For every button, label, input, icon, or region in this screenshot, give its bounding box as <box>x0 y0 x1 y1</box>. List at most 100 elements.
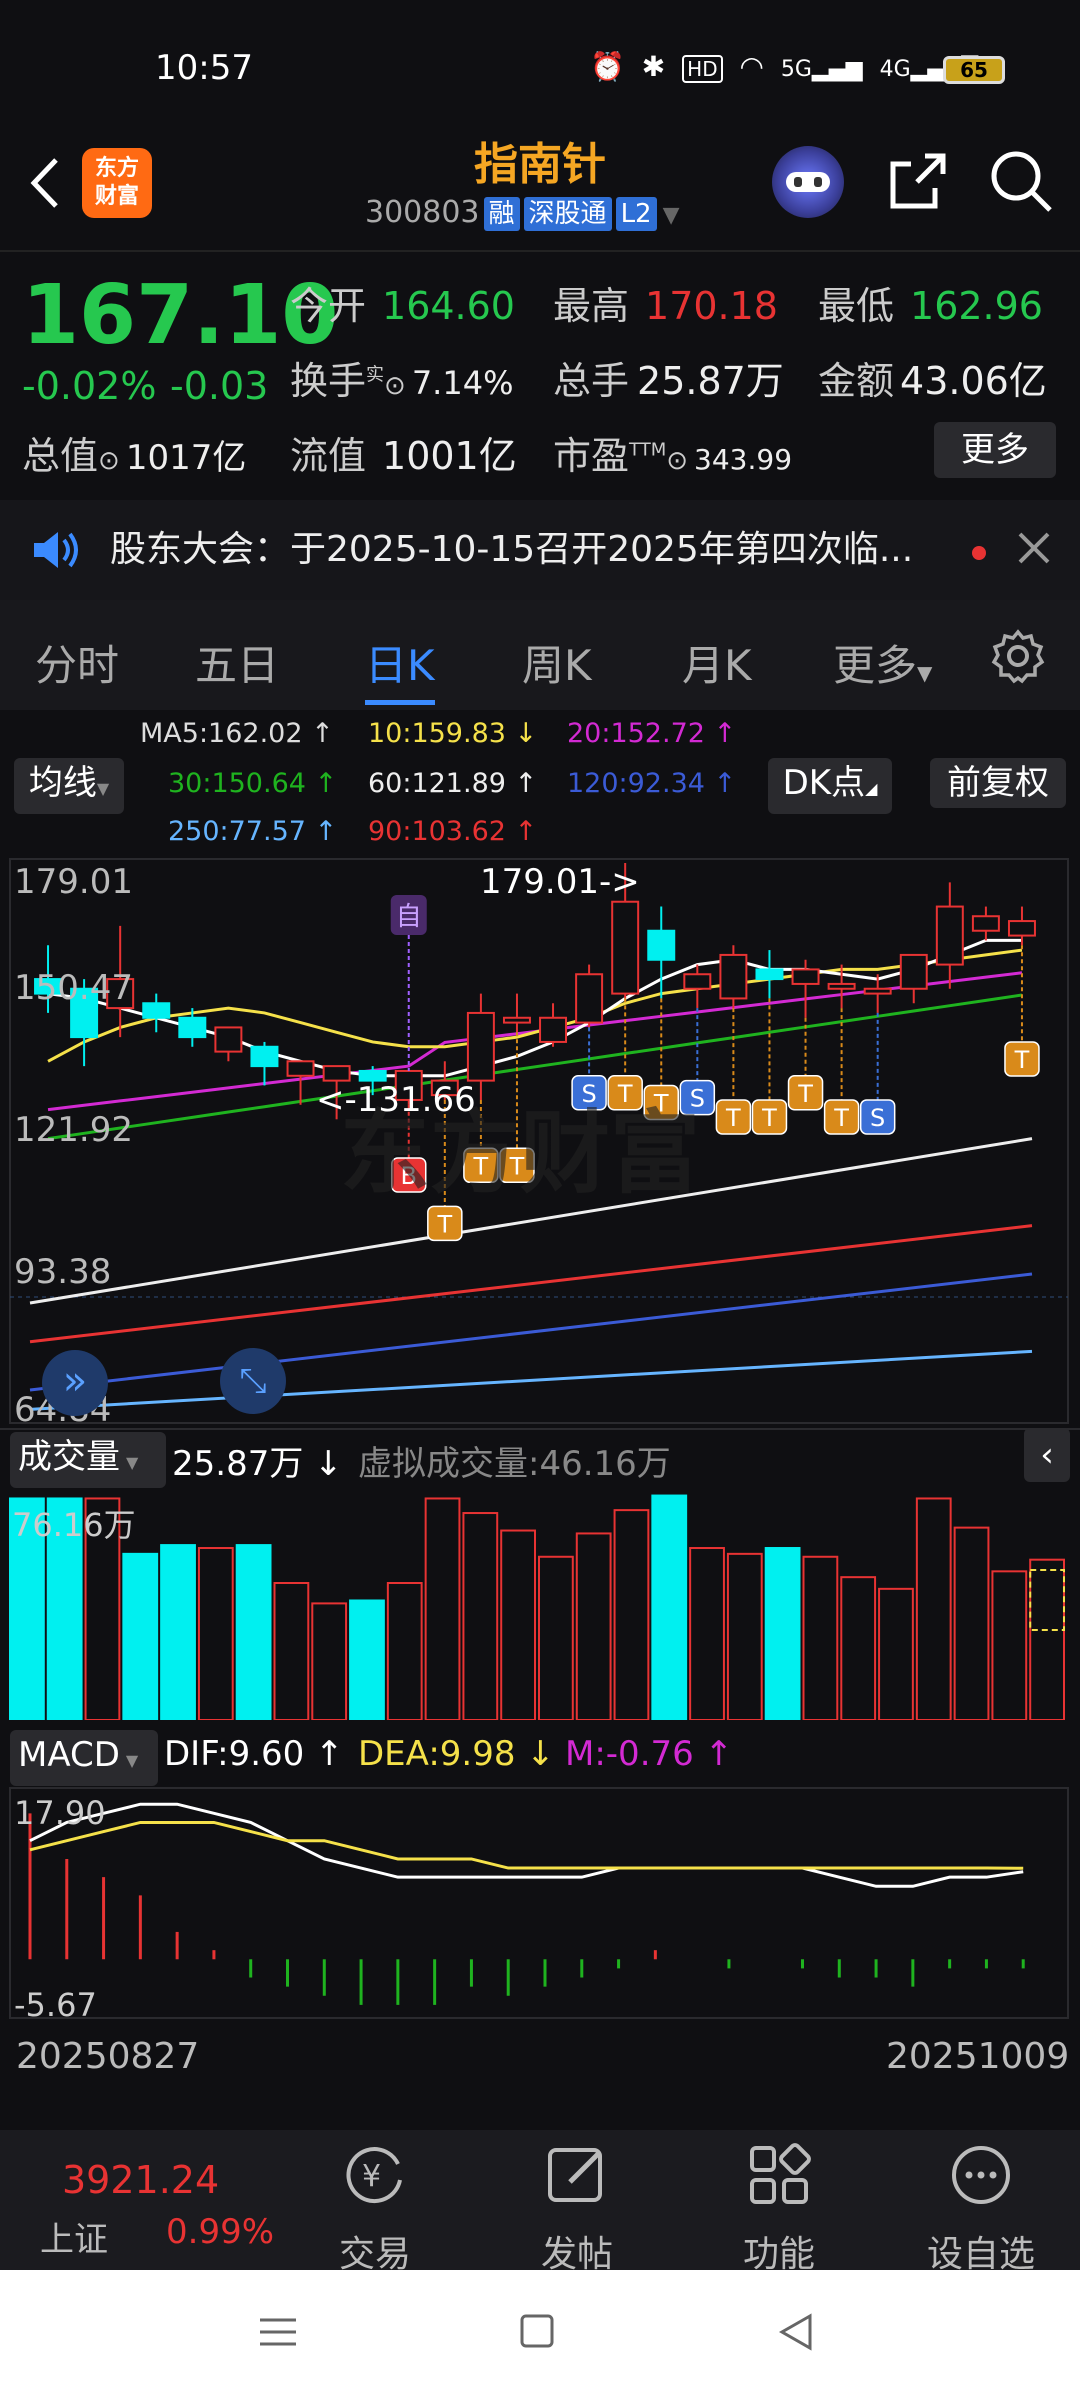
high-label: 最高 <box>553 284 630 328</box>
volume-value: 25.87万 ↓ <box>172 1444 343 1484</box>
trade-signal-label: T <box>761 1104 777 1132</box>
date-start: 20250827 <box>16 2036 200 2077</box>
candle <box>971 915 1000 932</box>
info-icon: ⊙ <box>666 446 689 476</box>
share-icon[interactable] <box>885 148 951 214</box>
volume-divider <box>0 1428 1080 1430</box>
candle <box>899 953 928 990</box>
collapse-panel-button[interactable]: ‹ <box>1024 1428 1070 1482</box>
tab-more[interactable]: 更多▼ <box>833 632 932 693</box>
amount-value: 43.06亿 <box>900 359 1047 403</box>
info-icon: ⊙ <box>384 371 406 401</box>
volume-bar <box>991 1570 1028 1720</box>
candle <box>539 1016 568 1043</box>
more-button[interactable]: 更多 <box>934 422 1056 478</box>
tab-five-day[interactable]: 五日 <box>195 632 279 693</box>
tag-l2: L2 <box>615 197 657 231</box>
macd-min-label: -5.67 <box>14 1986 97 2024</box>
speaker-icon <box>30 528 80 576</box>
volume-bar <box>575 1532 612 1720</box>
candle <box>647 929 676 961</box>
volume-bar <box>764 1547 801 1720</box>
dropdown-icon: ▼ <box>662 203 680 228</box>
min-price-annotation: <-131.66 <box>316 1080 476 1120</box>
tab-daily-k[interactable]: 日K <box>365 632 435 693</box>
volume-bar <box>462 1512 499 1720</box>
trade-icon[interactable]: ¥ <box>340 2140 410 2210</box>
status-icons: ⏰ ✱ HD ◠ 5G▂▄▆ 4G▂▄▆█ <box>590 50 978 83</box>
zoom-icon[interactable]: ⤡ <box>220 1348 286 1414</box>
turnover-stat: 换手实⊙ 7.14% <box>290 350 513 405</box>
tab-more-label: 更多 <box>833 641 918 690</box>
turnover-value: 7.14% <box>411 364 514 402</box>
functions-icon[interactable] <box>744 2140 814 2210</box>
tag-margin: 融 <box>483 197 520 231</box>
self-select-label: 自 <box>396 902 422 932</box>
alarm-icon: ⏰ <box>590 50 625 83</box>
low-stat: 最低 162.96 <box>818 275 1043 330</box>
volume-bar <box>915 1497 952 1720</box>
post-icon[interactable] <box>542 2140 612 2210</box>
volume-bar <box>613 1509 650 1720</box>
macd-chart[interactable] <box>0 1786 1080 2020</box>
robot-assistant-icon[interactable] <box>772 146 844 218</box>
low-value: 162.96 <box>910 284 1043 328</box>
amount-label: 金额 <box>818 359 895 403</box>
mcap-value: 1017亿 <box>125 438 247 478</box>
notice-text: 股东大会：于2025-10-15召开2025年第四次临... <box>110 529 914 570</box>
settings-icon[interactable] <box>990 628 1046 688</box>
y-label-max: 179.01 <box>14 862 133 902</box>
close-icon[interactable] <box>1014 528 1054 572</box>
add-watchlist-icon[interactable] <box>946 2140 1016 2210</box>
menu-icon[interactable] <box>258 2312 298 2356</box>
pe-label: 市盈 <box>553 434 630 478</box>
macd-max-label: 17.90 <box>14 1794 106 1832</box>
volume-bar <box>386 1581 423 1720</box>
tab-intraday[interactable]: 分时 <box>35 632 119 693</box>
ma-line <box>29 1349 1033 1411</box>
volume-bar <box>840 1576 877 1720</box>
volume-bar <box>424 1497 461 1720</box>
low-label: 最低 <box>818 284 895 328</box>
trade-signal-label: T <box>833 1104 849 1132</box>
float-label: 流值 <box>290 434 367 478</box>
tab-weekly-k[interactable]: 周K <box>522 632 592 693</box>
notice-bar[interactable]: 股东大会：于2025-10-15召开2025年第四次临... <box>0 500 1080 600</box>
macd-indicator-selector[interactable]: MACD ▼ <box>10 1730 158 1786</box>
index-name: 上证 <box>40 2220 108 2260</box>
ma20-label: 20:152.72 ↑ <box>567 718 737 749</box>
ma-line <box>29 1272 1033 1392</box>
dk-point-button[interactable]: DK点◢ <box>768 758 892 814</box>
ma5-label: MA5:162.02 ↑ <box>140 718 334 749</box>
unread-dot <box>972 546 986 560</box>
volume-indicator-selector[interactable]: 成交量 ▼ <box>10 1432 166 1488</box>
macd-m: M:-0.76 ↑ <box>565 1734 734 1774</box>
volume-label: 成交量 <box>18 1437 120 1477</box>
candle <box>935 905 964 966</box>
hd-icon: HD <box>682 55 723 83</box>
candle <box>827 982 856 990</box>
tab-monthly-k[interactable]: 月K <box>682 632 752 693</box>
virtual-volume: 虚拟成交量:46.16万 <box>358 1444 671 1484</box>
volume-bar <box>878 1587 914 1720</box>
ma60-label: 60:121.89 ↑ <box>368 768 538 799</box>
volume-bar <box>538 1555 574 1720</box>
search-icon[interactable] <box>988 148 1054 214</box>
candle <box>142 1002 171 1019</box>
y-label-3: 121.92 <box>14 1110 133 1150</box>
volume-bar <box>197 1547 234 1720</box>
index-ticker[interactable]: 3921.24 上证 0.99% <box>40 2158 280 2268</box>
stock-code-line[interactable]: 300803 融深股通 L2 ▼ <box>365 195 680 231</box>
dk-button-label: DK点 <box>782 763 866 803</box>
ma-selector-button[interactable]: 均线▼ <box>14 758 124 814</box>
adjust-button[interactable]: 前复权 <box>930 758 1066 808</box>
volume-bar <box>726 1552 763 1720</box>
candle <box>611 900 640 995</box>
trade-signal-label: T <box>436 1210 452 1238</box>
expand-left-button[interactable]: » <box>42 1350 108 1416</box>
volume-chart[interactable] <box>0 1490 1080 1720</box>
volume-bar <box>122 1552 159 1720</box>
pe-stat: 市盈TTM⊙ 343.99 <box>553 425 792 480</box>
back-nav-icon[interactable] <box>776 2312 816 2356</box>
home-icon[interactable] <box>518 2312 558 2356</box>
